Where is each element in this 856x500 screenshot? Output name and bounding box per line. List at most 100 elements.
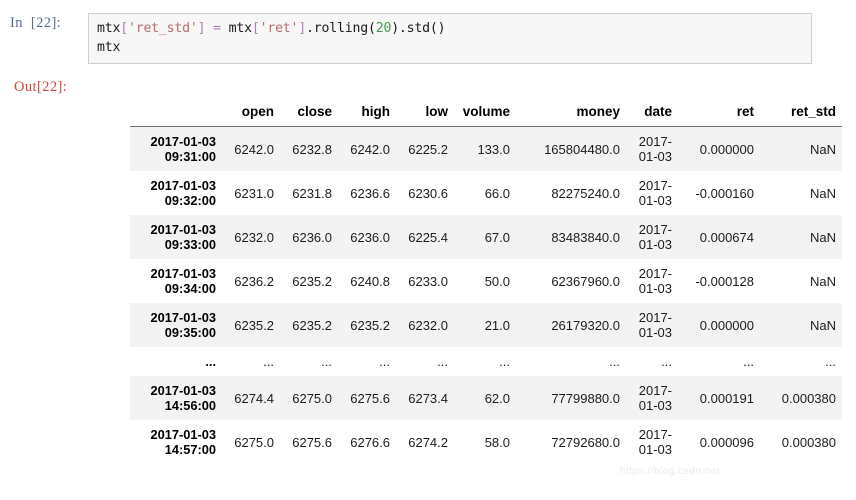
table-header-row: open close high low volume money date ret ret_st… xyxy=(130,101,842,127)
code-token: mtx xyxy=(97,21,121,36)
table-cell-high: 6236.0 xyxy=(338,215,396,259)
table-row: 2017-01-03 09:34:00 6236.2 6235.2 6240.8 623… xyxy=(130,259,842,303)
table-cell-low: 6230.6 xyxy=(396,171,454,215)
table-cell-low: 6225.4 xyxy=(396,215,454,259)
table-cell-date: ... xyxy=(626,347,678,376)
table-row: 2017-01-03 14:56:00 6274.4 6275.0 6275.6 627… xyxy=(130,376,842,420)
table-cell-close: 6235.2 xyxy=(280,259,338,303)
input-prompt-label: In [22]: xyxy=(10,15,62,31)
table-body: 2017-01-03 09:31:00 6242.0 6232.8 6242.0 622… xyxy=(130,126,842,464)
table-cell-date: 2017-01-03 xyxy=(626,420,678,464)
table-cell-ret_std: NaN xyxy=(760,215,842,259)
table-cell-ret: 0.000000 xyxy=(678,303,760,347)
watermark-text: https://blog.csdn.net xyxy=(620,466,721,477)
table-header-ret_std: ret_std xyxy=(760,101,842,127)
table-cell-open: 6231.0 xyxy=(222,171,280,215)
table-cell-ret_std: 0.000380 xyxy=(760,376,842,420)
table-cell-money: 82275240.0 xyxy=(516,171,626,215)
table-cell-date: 2017-01-03 xyxy=(626,259,678,303)
table-row: 2017-01-03 09:33:00 6232.0 6236.0 6236.0 622… xyxy=(130,215,842,259)
table-cell-open: 6236.2 xyxy=(222,259,280,303)
table-cell-high: 6236.6 xyxy=(338,171,396,215)
table-cell-high: 6240.8 xyxy=(338,259,396,303)
table-cell-high: ... xyxy=(338,347,396,376)
code-line-2: mtx xyxy=(97,38,803,57)
table-cell-volume: 133.0 xyxy=(454,126,516,171)
table-cell-low: 6232.0 xyxy=(396,303,454,347)
table-cell-high: 6242.0 xyxy=(338,126,396,171)
table-cell-volume: 58.0 xyxy=(454,420,516,464)
table-cell-volume: 66.0 xyxy=(454,171,516,215)
code-token: ).std() xyxy=(391,21,446,36)
code-token: [ xyxy=(120,21,128,36)
table-row: 2017-01-03 09:31:00 6242.0 6232.8 6242.0 622… xyxy=(130,126,842,171)
table-header-close: close xyxy=(280,101,338,127)
table-cell-ret: 0.000674 xyxy=(678,215,760,259)
table-cell-ret_std: 0.000380 xyxy=(760,420,842,464)
table-cell-volume: 62.0 xyxy=(454,376,516,420)
table-cell-volume: 21.0 xyxy=(454,303,516,347)
table-cell-date: 2017-01-03 xyxy=(626,126,678,171)
dataframe-table: open close high low volume money date ret ret_st… xyxy=(130,101,842,464)
table-cell-open: ... xyxy=(222,347,280,376)
table-cell-ret: ... xyxy=(678,347,760,376)
table-row: 2017-01-03 14:57:00 6275.0 6275.6 6276.6 627… xyxy=(130,420,842,464)
table-header-money: money xyxy=(516,101,626,127)
table-row-index: 2017-01-03 09:34:00 xyxy=(130,259,222,303)
table-header-index xyxy=(130,101,222,127)
table-row: 2017-01-03 09:35:00 6235.2 6235.2 6235.2 623… xyxy=(130,303,842,347)
table-cell-ret_std: NaN xyxy=(760,259,842,303)
table-cell-money: 26179320.0 xyxy=(516,303,626,347)
table-cell-volume: 50.0 xyxy=(454,259,516,303)
table-row-index: 2017-01-03 14:56:00 xyxy=(130,376,222,420)
table-cell-ret_std: NaN xyxy=(760,303,842,347)
table-cell-money: 77799880.0 xyxy=(516,376,626,420)
table-cell-low: 6273.4 xyxy=(396,376,454,420)
table-cell-close: 6275.6 xyxy=(280,420,338,464)
table-cell-open: 6242.0 xyxy=(222,126,280,171)
table-header: open close high low volume money date ret ret_st… xyxy=(130,101,842,127)
table-header-volume: volume xyxy=(454,101,516,127)
code-token: .rolling( xyxy=(306,21,376,36)
table-cell-open: 6275.0 xyxy=(222,420,280,464)
table-cell-ret: 0.000191 xyxy=(678,376,760,420)
table-cell-open: 6232.0 xyxy=(222,215,280,259)
table-cell-high: 6275.6 xyxy=(338,376,396,420)
table-cell-close: 6275.0 xyxy=(280,376,338,420)
code-token: 20 xyxy=(375,21,392,36)
table-cell-ret: -0.000160 xyxy=(678,171,760,215)
table-cell-low: 6233.0 xyxy=(396,259,454,303)
code-line-1: mtx['ret_std'] = mtx['ret'].rolling(20).… xyxy=(97,19,803,38)
output-prompt-label: Out[22]: xyxy=(14,79,68,95)
code-token: 'ret' xyxy=(259,21,299,36)
table-header-open: open xyxy=(222,101,280,127)
table-cell-ret_std: ... xyxy=(760,347,842,376)
table-cell-volume: 67.0 xyxy=(454,215,516,259)
table-cell-high: 6235.2 xyxy=(338,303,396,347)
table-cell-money: ... xyxy=(516,347,626,376)
table-cell-date: 2017-01-03 xyxy=(626,215,678,259)
code-token: mtx xyxy=(220,21,252,36)
table-cell-close: 6232.8 xyxy=(280,126,338,171)
code-token: = xyxy=(213,21,221,36)
table-row-index: ... xyxy=(130,347,222,376)
table-cell-close: 6235.2 xyxy=(280,303,338,347)
table-row: 2017-01-03 09:32:00 6231.0 6231.8 6236.6 623… xyxy=(130,171,842,215)
table-cell-date: 2017-01-03 xyxy=(626,303,678,347)
table-cell-money: 83483840.0 xyxy=(516,215,626,259)
table-cell-open: 6274.4 xyxy=(222,376,280,420)
table-header-date: date xyxy=(626,101,678,127)
table-row-index: 2017-01-03 09:31:00 xyxy=(130,126,222,171)
code-editor[interactable]: mtx['ret_std'] = mtx['ret'].rolling(20).… xyxy=(88,13,812,64)
table-cell-ret: 0.000000 xyxy=(678,126,760,171)
table-cell-close: 6236.0 xyxy=(280,215,338,259)
table-cell-date: 2017-01-03 xyxy=(626,376,678,420)
table-cell-money: 72792680.0 xyxy=(516,420,626,464)
table-cell-low: 6274.2 xyxy=(396,420,454,464)
table-cell-ret: -0.000128 xyxy=(678,259,760,303)
table-header-low: low xyxy=(396,101,454,127)
table-row-index: 2017-01-03 09:35:00 xyxy=(130,303,222,347)
table-cell-ret_std: NaN xyxy=(760,171,842,215)
table-row-index: 2017-01-03 09:32:00 xyxy=(130,171,222,215)
table-cell-date: 2017-01-03 xyxy=(626,171,678,215)
